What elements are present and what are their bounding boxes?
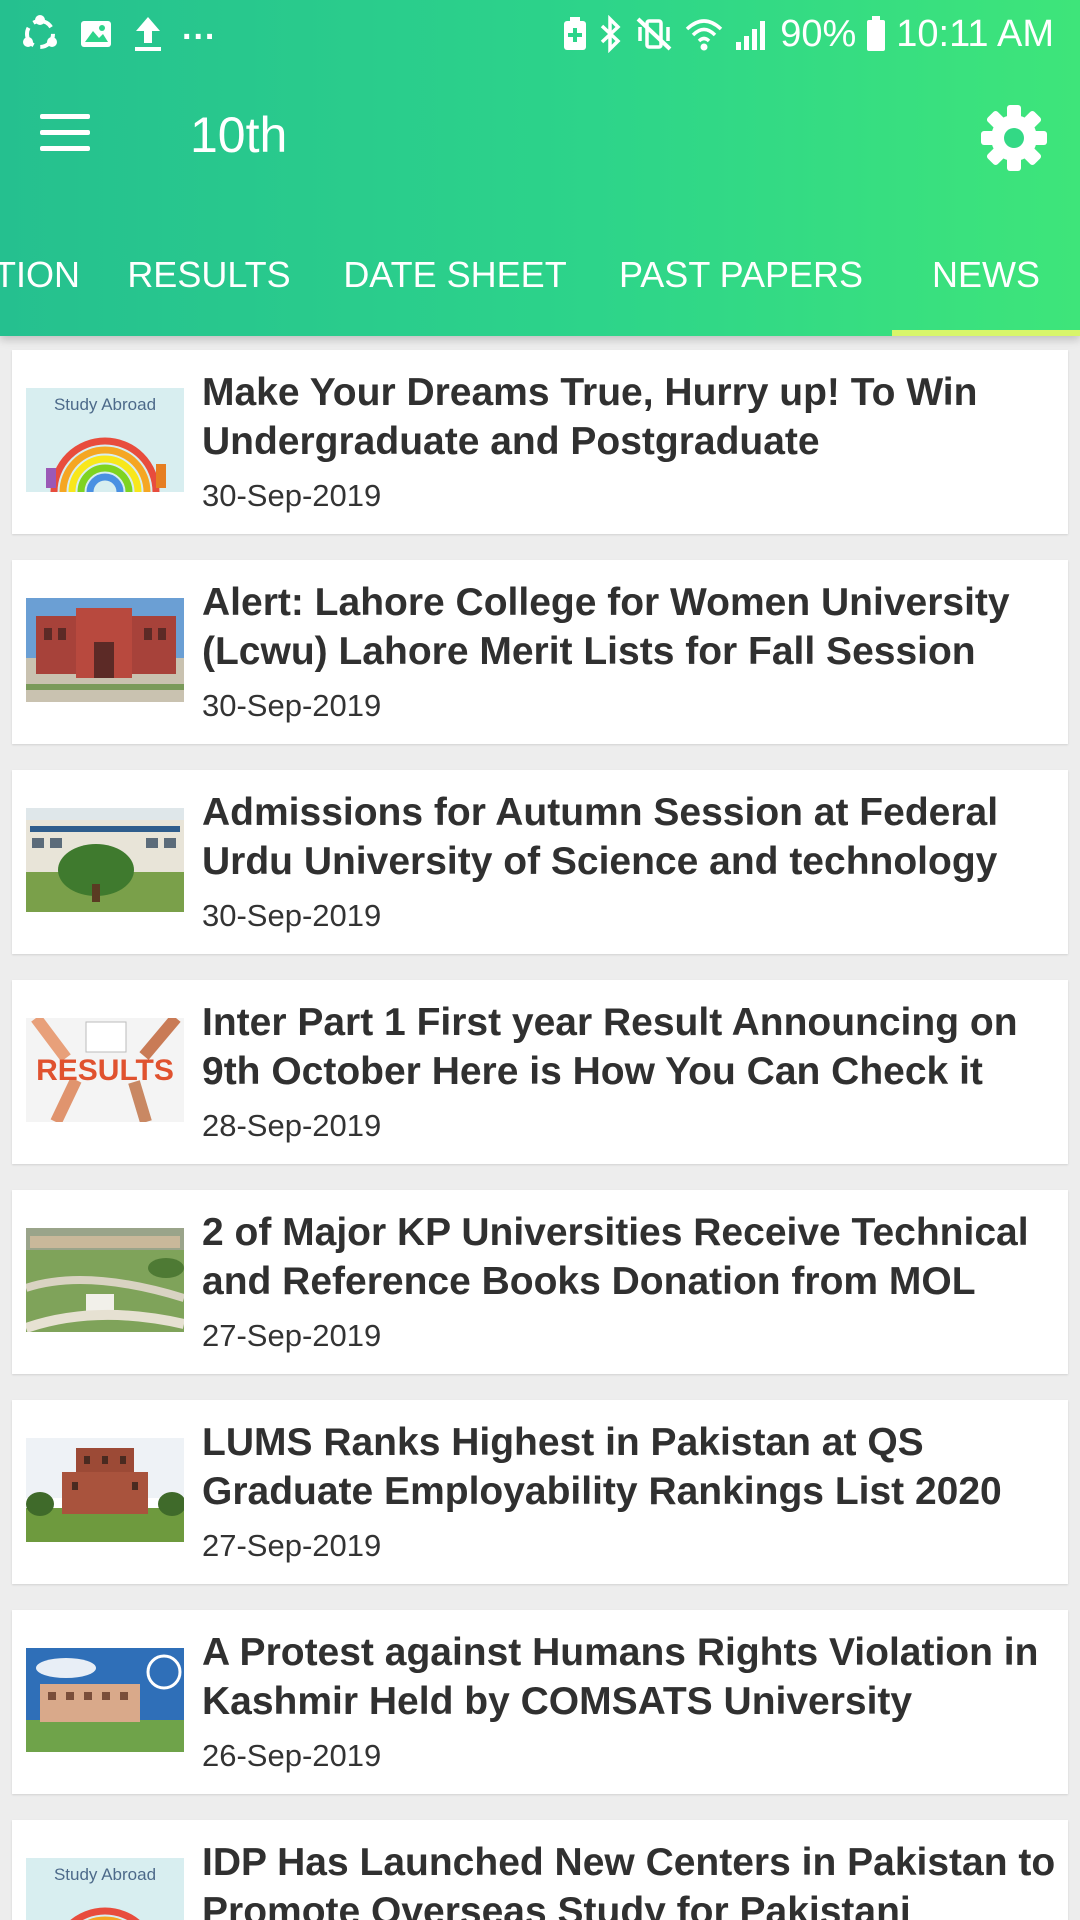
menu-button[interactable] — [40, 114, 100, 162]
page-title: 10th — [190, 107, 288, 163]
app-bar: ... 90% 10:11 AM 10th TION RESULTS DATE … — [0, 0, 1080, 336]
image-icon — [78, 16, 114, 52]
news-date: 30-Sep-2019 — [202, 898, 382, 933]
news-title: 2 of Major KP Universities Receive Techn… — [202, 1211, 1029, 1303]
news-date: 27-Sep-2019 — [202, 1528, 382, 1563]
news-date: 27-Sep-2019 — [202, 1318, 382, 1353]
svg-text:RESULTS: RESULTS — [36, 1054, 174, 1087]
news-title: Make Your Dreams True, Hurry up! To Win … — [202, 371, 978, 463]
news-title: Inter Part 1 First year Result Announcin… — [202, 1001, 1018, 1093]
news-item[interactable]: 2 of Major KP Universities Receive Techn… — [12, 1190, 1068, 1374]
news-date: 30-Sep-2019 — [202, 478, 382, 513]
news-item[interactable]: Study Abroad Make Your Dreams True, Hurr… — [12, 350, 1068, 534]
news-title: A Protest against Humans Rights Violatio… — [202, 1631, 1039, 1723]
news-thumbnail — [26, 598, 184, 702]
news-thumbnail: Study Abroad — [26, 1858, 184, 1920]
status-bar: ... 90% 10:11 AM — [0, 0, 1080, 68]
upload-icon — [132, 15, 164, 53]
battery-icon — [866, 15, 886, 53]
svg-text:Study Abroad: Study Abroad — [54, 395, 156, 414]
svg-text:Study Abroad: Study Abroad — [54, 1865, 156, 1884]
news-thumbnail: Study Abroad — [26, 388, 184, 492]
tab-results[interactable]: RESULTS — [114, 230, 304, 336]
news-date: 30-Sep-2019 — [202, 688, 382, 723]
news-thumbnail — [26, 1228, 184, 1332]
more-notifications-icon: ... — [182, 8, 217, 47]
tab-date-sheet[interactable]: DATE SHEET — [338, 230, 572, 336]
news-item[interactable]: RESULTS Inter Part 1 First year Result A… — [12, 980, 1068, 1164]
news-item[interactable]: Alert: Lahore College for Women Universi… — [12, 560, 1068, 744]
tab-bar: TION RESULTS DATE SHEET PAST PAPERS NEWS — [0, 230, 1080, 336]
signal-icon — [734, 16, 770, 52]
news-item[interactable]: Study Abroad IDP Has Launched New Center… — [12, 1820, 1068, 1920]
tab-notification[interactable]: TION — [0, 230, 80, 336]
status-bar-system: 90% 10:11 AM — [562, 12, 1054, 56]
news-thumbnail — [26, 1648, 184, 1752]
news-thumbnail — [26, 808, 184, 912]
tab-news[interactable]: NEWS — [892, 230, 1080, 336]
news-date: 28-Sep-2019 — [202, 1108, 382, 1143]
sync-icon — [20, 14, 60, 54]
wifi-icon — [684, 15, 724, 53]
battery-percent: 90% — [780, 12, 857, 55]
battery-saver-icon — [562, 16, 588, 52]
clock: 10:11 AM — [896, 12, 1054, 55]
hamburger-icon — [40, 114, 90, 119]
gear-icon — [981, 105, 1047, 171]
status-bar-notifications: ... — [20, 8, 217, 56]
news-thumbnail — [26, 1438, 184, 1542]
settings-button[interactable] — [978, 102, 1050, 174]
toolbar: 10th — [0, 68, 1080, 208]
news-thumbnail: RESULTS — [26, 1018, 184, 1122]
news-item[interactable]: LUMS Ranks Highest in Pakistan at QS Gra… — [12, 1400, 1068, 1584]
news-title: IDP Has Launched New Centers in Pakistan… — [202, 1841, 1056, 1920]
news-item[interactable]: A Protest against Humans Rights Violatio… — [12, 1610, 1068, 1794]
news-title: LUMS Ranks Highest in Pakistan at QS Gra… — [202, 1421, 1002, 1513]
news-title: Alert: Lahore College for Women Universi… — [202, 581, 1010, 673]
tab-past-papers[interactable]: PAST PAPERS — [606, 230, 876, 336]
vibrate-mute-icon — [634, 15, 674, 53]
news-item[interactable]: Admissions for Autumn Session at Federal… — [12, 770, 1068, 954]
bluetooth-icon — [598, 15, 624, 53]
news-title: Admissions for Autumn Session at Federal… — [202, 791, 999, 883]
news-date: 26-Sep-2019 — [202, 1738, 382, 1773]
